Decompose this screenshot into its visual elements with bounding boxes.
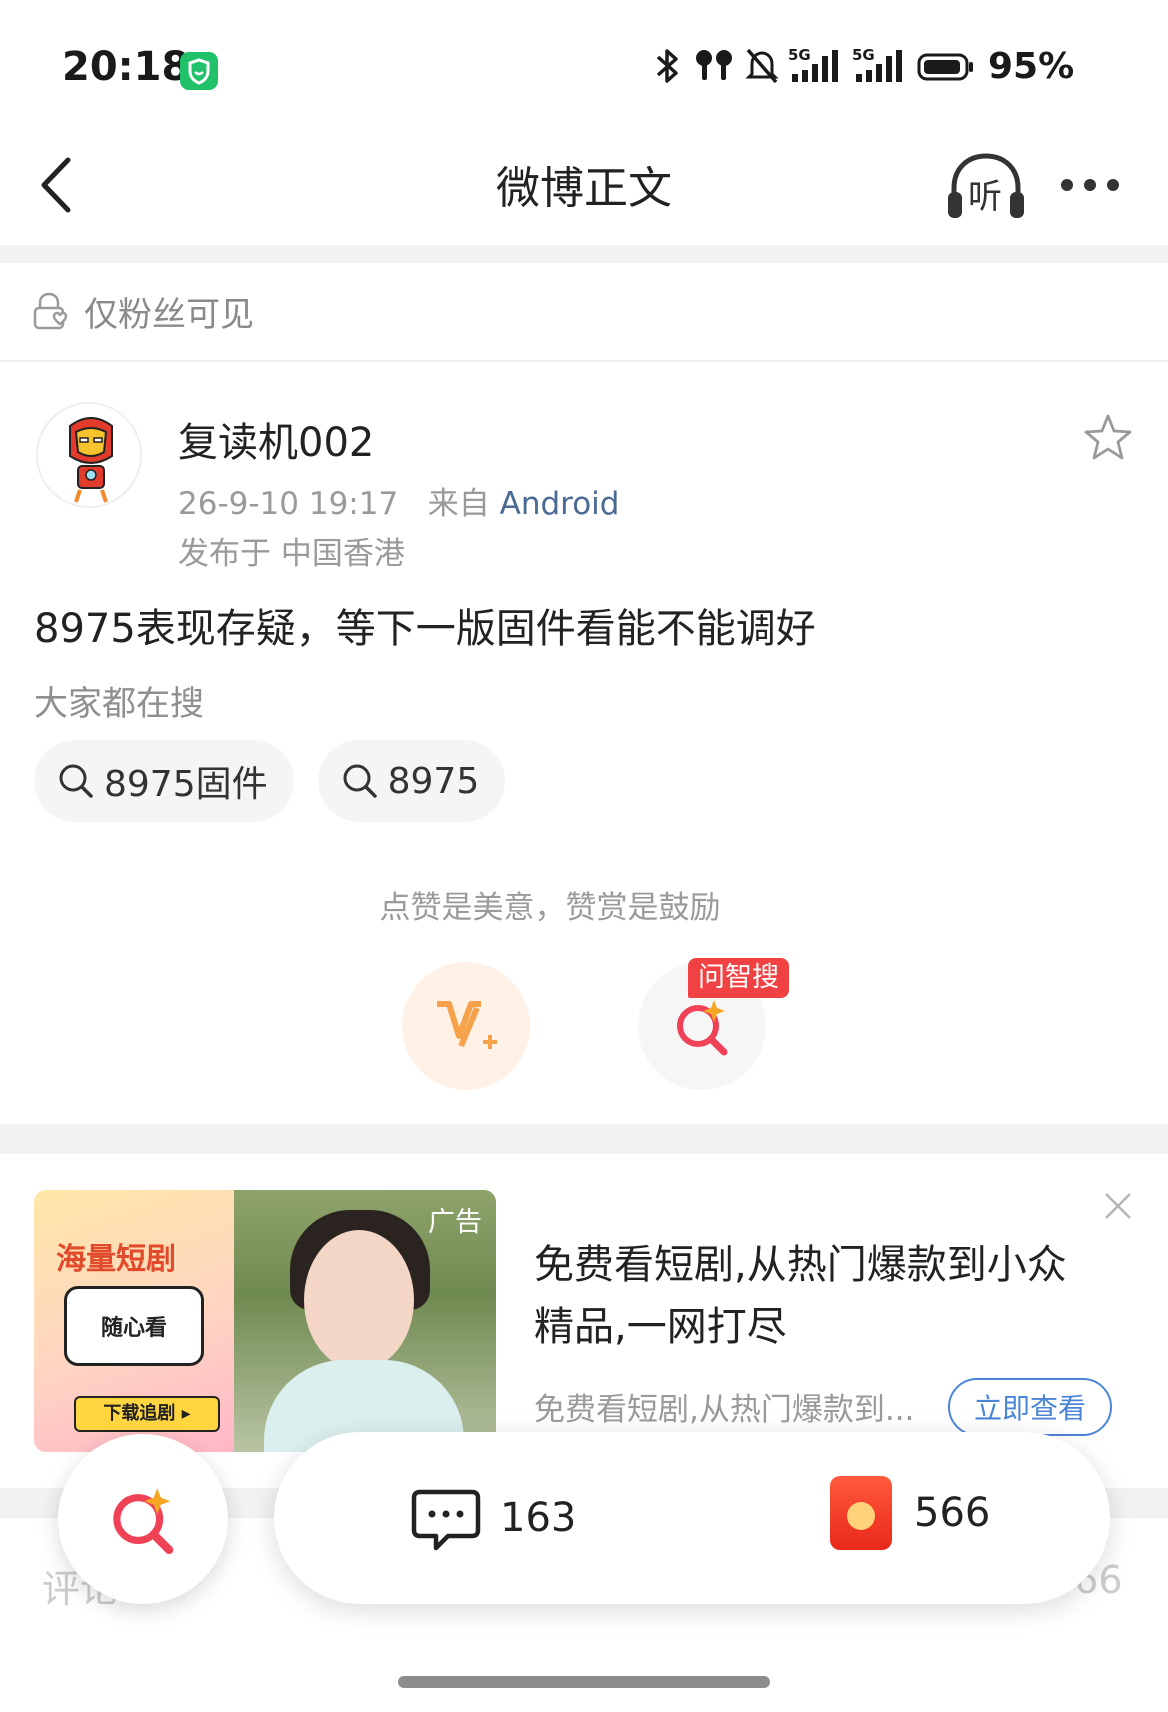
svg-text:5G: 5G [788,46,811,64]
mute-icon [745,48,779,84]
ad-photo-face [304,1230,414,1370]
floating-ai-search-button[interactable] [58,1434,228,1604]
ironman-avatar-icon [38,404,140,506]
listen-button[interactable]: 听 [944,148,1028,226]
hongbao-button[interactable]: 566 [830,1476,990,1550]
username[interactable]: 复读机002 [178,410,374,468]
comment-count: 163 [500,1495,577,1541]
visibility-label: 仅粉丝可见 [84,294,254,335]
headphones-icon: 听 [948,153,1024,218]
ad-description: 免费看短剧,从热门爆款到... [534,1392,915,1428]
search-chip[interactable]: 8975 [317,740,506,822]
ai-search-icon [113,1488,174,1555]
ad-slogan: 海量短剧 [56,1242,176,1277]
ad-download-label: 下载追剧 ▸ [74,1396,220,1432]
ad-title[interactable]: 免费看短剧,从热门爆款到小众精品,一网打尽 [534,1234,1094,1358]
reward-v-icon [437,1001,497,1049]
search-chip-label: 8975 [387,760,480,802]
search-icon [343,764,377,798]
battery-icon [917,53,973,81]
search-chip[interactable]: 8975固件 [34,740,294,822]
signal-5g-icon: 5G [788,46,838,82]
lock-heart-icon [33,292,68,330]
praise-hint: 点赞是美意，赞赏是鼓励 [379,890,721,926]
avatar[interactable] [36,402,142,508]
search-chip-label: 8975固件 [104,764,268,805]
star-icon [1084,414,1132,460]
search-suggest-label: 大家都在搜 [34,684,204,724]
divider [0,360,1168,362]
post-text: 8975表现存疑，等下一版固件看能不能调好 [34,606,816,652]
close-icon [1105,1193,1131,1219]
search-icon [59,764,93,798]
ai-search-icon [677,1000,728,1056]
section-divider [0,1124,1168,1154]
svg-text:听: 听 [968,177,1002,217]
ad-cta-button[interactable]: 立即查看 [948,1378,1112,1436]
ad-badge: 广告 [428,1207,482,1238]
post-source-link[interactable]: Android [500,486,620,522]
hongbao-count: 566 [914,1490,991,1536]
search-chips: 8975固件 8975 [34,740,506,822]
ad-close-button[interactable] [1100,1188,1136,1224]
red-envelope-icon [830,1476,892,1550]
favorite-button[interactable] [1080,410,1136,466]
ad-image-photo: 广告 [234,1190,496,1452]
post-meta: 26-9-10 19:17 来自 Android [178,478,619,523]
title-divider [0,245,1168,263]
status-bar: 20:18 5G 5G 95% [0,0,1168,130]
earbuds-icon [696,50,732,80]
signal-5g-icon: 5G [852,46,902,82]
post-source-prefix: 来自 [427,486,490,522]
comment-button[interactable]: 163 [410,1484,576,1552]
ad-image[interactable]: 海量短剧 随心看 下载追剧 ▸ 广告 [34,1190,496,1452]
home-indicator[interactable] [398,1676,770,1688]
shield-app-icon [180,52,218,90]
battery-percent: 95% [988,45,1075,87]
comment-icon [411,1489,481,1551]
status-icons: 5G 5G 95% [650,44,1074,88]
more-dots-icon [1061,179,1119,191]
post-location: 发布于 中国香港 [178,536,405,572]
more-button[interactable] [1055,160,1125,210]
visibility-row: 仅粉丝可见 [30,286,254,336]
action-bar: 163 566 [274,1432,1110,1604]
bluetooth-icon [656,49,678,83]
ad-bubble: 随心看 [64,1286,204,1366]
status-time: 20:18 [62,44,190,90]
ad-image-poster: 海量短剧 随心看 下载追剧 ▸ [34,1190,234,1452]
svg-text:5G: 5G [852,46,875,64]
post-timestamp: 26-9-10 19:17 [178,486,399,522]
reward-button[interactable] [402,962,530,1090]
ai-search-tag: 问智搜 [688,958,789,998]
